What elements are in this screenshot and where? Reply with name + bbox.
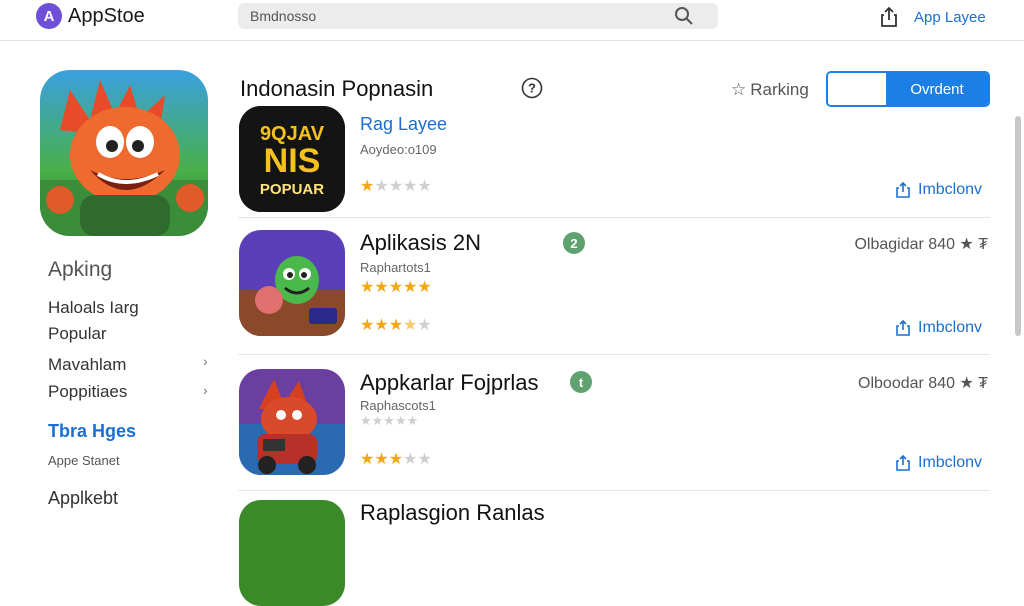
top-bar: A AppStoe App Layee	[0, 0, 1024, 41]
install-button[interactable]: Imbclonv	[894, 181, 982, 199]
chevron-right-icon: ›	[203, 353, 208, 369]
app-name[interactable]: Aplikasis 2N	[360, 230, 481, 256]
share-icon	[896, 181, 910, 198]
app-icon-art	[239, 369, 345, 475]
sidebar-item-bottom[interactable]: Applkebt	[48, 488, 118, 509]
app-meta: Olboodar 840 ★ ₮	[858, 375, 988, 392]
row-divider	[238, 490, 990, 491]
sidebar-subtitle: Appe Stanet	[48, 453, 120, 468]
scrollbar[interactable]	[1015, 116, 1021, 336]
app-name[interactable]: Appkarlar Fojprlas	[360, 370, 539, 396]
segment-left[interactable]	[828, 73, 886, 105]
app-icon-art: 9QJAV NIS POPUAR	[239, 106, 345, 212]
chevron-right-icon: ›	[203, 382, 208, 398]
sidebar-item-2[interactable]: Popular	[48, 324, 107, 344]
share-icon	[896, 454, 910, 471]
icon-text-line2: NIS	[264, 142, 321, 180]
sidebar-link[interactable]: Tbra Hges	[48, 421, 136, 442]
icon-text-line3: POPUAR	[260, 181, 324, 198]
install-button[interactable]: Imbclonv	[894, 319, 982, 337]
install-button[interactable]: Imbclonv	[894, 454, 982, 472]
app-layer-link[interactable]: App Layee	[914, 9, 986, 26]
install-label: Imbclonv	[918, 454, 983, 471]
rating-stars-faint: ★★★★★	[360, 413, 419, 428]
install-label: Imbclonv	[918, 181, 983, 198]
app-meta: Olbagidar 840 ★ ₮	[854, 236, 988, 253]
featured-app-art[interactable]	[40, 70, 208, 236]
app-name[interactable]: Raplasgion Ranlas	[360, 500, 545, 526]
rating-stars: ★★★★★	[360, 279, 432, 296]
app-developer: Aoydeo:o109	[360, 142, 437, 157]
star-outline-icon: ☆	[731, 80, 747, 99]
install-label: Imbclonv	[918, 319, 983, 336]
share-icon	[896, 319, 910, 336]
sidebar-item-1[interactable]: Haloals Iarg	[48, 298, 139, 318]
ranking-filter[interactable]: ☆ Rarking	[731, 80, 809, 100]
verified-badge-icon: 2	[563, 232, 585, 254]
search-icon[interactable]	[674, 6, 694, 26]
segmented-control[interactable]: Ovrdent	[826, 71, 990, 107]
featured-character-image	[40, 70, 208, 236]
sidebar-item-4[interactable]: Poppitiaes	[48, 382, 127, 402]
app-icon-art	[239, 230, 345, 336]
row-divider	[238, 354, 990, 355]
row-divider	[238, 217, 990, 218]
ranking-label: Rarking	[750, 80, 809, 99]
rating-stars: ★★★★★	[360, 178, 432, 195]
app-icon[interactable]	[239, 230, 345, 336]
sidebar-title: Apking	[48, 258, 113, 281]
app-icon[interactable]	[239, 500, 345, 606]
brand[interactable]: A AppStoe	[36, 3, 145, 29]
verified-badge-icon: t	[570, 371, 592, 393]
app-icon[interactable]: 9QJAV NIS POPUAR	[239, 106, 345, 212]
segment-right[interactable]: Ovrdent	[886, 73, 988, 105]
svg-text:?: ?	[528, 81, 536, 96]
rating-stars-secondary: ★★★★★	[360, 317, 432, 334]
share-icon[interactable]	[878, 6, 900, 28]
rating-stars: ★★★★★	[360, 451, 432, 468]
brand-name: AppStoe	[68, 4, 145, 27]
app-icon[interactable]	[239, 369, 345, 475]
app-developer: Raphascots1	[360, 398, 436, 413]
sidebar-item-3[interactable]: Mavahlam	[48, 355, 126, 375]
app-name[interactable]: Rag Layee	[360, 114, 447, 135]
search-bar[interactable]	[238, 3, 718, 29]
section-title: Indonasin Popnasin	[240, 76, 434, 101]
app-developer: Raphartots1	[360, 260, 431, 275]
search-input[interactable]	[248, 7, 672, 25]
help-icon[interactable]: ?	[521, 77, 543, 99]
brand-logo: A	[36, 3, 62, 29]
